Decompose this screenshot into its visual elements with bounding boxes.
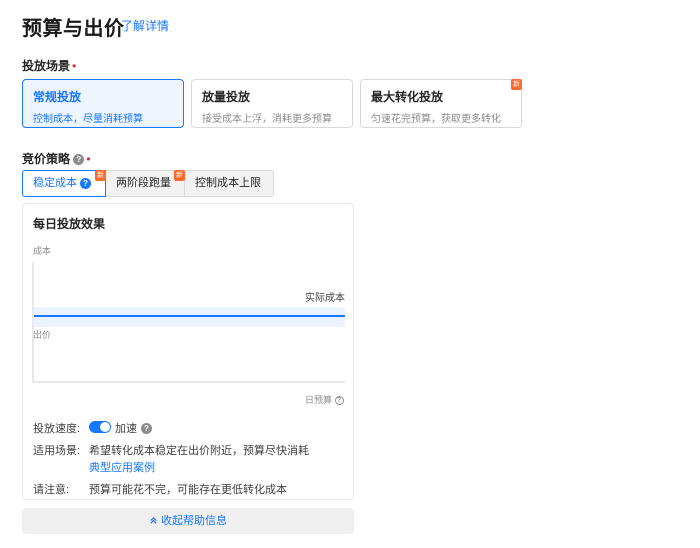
required-mark: •: [86, 152, 91, 166]
scenario-label: 适用场景:: [33, 445, 81, 457]
chart-series-label: 实际成本: [305, 293, 345, 304]
scene-option-desc: 控制成本，尽量消耗预算: [33, 114, 143, 125]
strategy-section-label: 竞价策略 ? •: [22, 150, 91, 167]
scene-option-title: 常规投放: [33, 90, 82, 104]
new-badge: 新: [95, 170, 106, 181]
scene-option-regular[interactable]: 常规投放 控制成本，尽量消耗预算: [22, 79, 184, 128]
help-icon[interactable]: ?: [334, 396, 344, 406]
chart-y-label-bid: 出价: [33, 330, 52, 340]
panel-title: 每日投放效果: [33, 217, 106, 231]
speed-toggle[interactable]: [89, 421, 111, 433]
new-badge: 新: [174, 170, 185, 181]
scene-option-title: 放量投放: [202, 90, 251, 104]
speed-label: 投放速度:: [33, 423, 81, 435]
chart-x-label-text: 日预算: [305, 395, 333, 405]
daily-effect-panel: 每日投放效果 成本 实际成本 出价 日预算 ? 投放速度: 加速 ? 适用场景:…: [22, 203, 354, 500]
notice-label: 请注意:: [33, 484, 70, 496]
tab-stable-cost[interactable]: 稳定成本? 新: [22, 170, 106, 197]
scene-section-label: 投放场景 •: [22, 57, 76, 74]
learn-more-link[interactable]: 了解详情: [121, 17, 169, 34]
tab-label: 控制成本上限: [195, 177, 261, 189]
speed-help: ?: [141, 420, 152, 438]
tab-two-stage[interactable]: 两阶段跑量 新: [106, 170, 185, 197]
help-icon[interactable]: ?: [73, 154, 85, 166]
toggle-knob: [100, 422, 110, 432]
tab-cost-cap[interactable]: 控制成本上限: [185, 170, 274, 197]
chart-x-label: 日预算 ?: [305, 393, 344, 406]
help-icon[interactable]: ?: [141, 423, 152, 435]
scene-option-desc: 匀速花完预算，获取更多转化: [371, 114, 501, 125]
typical-case-link[interactable]: 典型应用案例: [89, 459, 155, 475]
tab-label: 稳定成本: [33, 177, 77, 189]
notice-text: 预算可能花不完，可能存在更低转化成本: [89, 484, 287, 496]
new-badge: 新: [511, 79, 522, 90]
scene-option-max-conversion[interactable]: 最大转化投放 匀速花完预算，获取更多转化: [360, 79, 522, 128]
help-icon[interactable]: ?: [80, 177, 91, 189]
scene-option-desc: 接受成本上浮，消耗更多预算: [202, 114, 332, 125]
collapse-label: 收起帮助信息: [161, 515, 228, 527]
required-mark: •: [72, 59, 77, 73]
scene-option-volume[interactable]: 放量投放 接受成本上浮，消耗更多预算: [191, 79, 353, 128]
collapse-help-button[interactable]: 收起帮助信息: [22, 508, 354, 534]
scenario-text: 希望转化成本稳定在出价附近，预算尽快消耗: [89, 445, 309, 457]
effect-chart: [32, 262, 345, 383]
scene-label-text: 投放场景: [22, 59, 71, 73]
page-title: 预算与出价: [22, 18, 125, 40]
scene-option-title: 最大转化投放: [371, 90, 444, 104]
speed-value: 加速: [115, 423, 137, 435]
double-chevron-up-icon: [149, 515, 161, 527]
strategy-tabs: 稳定成本? 新 两阶段跑量 新 控制成本上限: [22, 170, 274, 197]
strategy-label-text: 竞价策略: [22, 152, 71, 166]
tab-label: 两阶段跑量: [116, 177, 171, 189]
